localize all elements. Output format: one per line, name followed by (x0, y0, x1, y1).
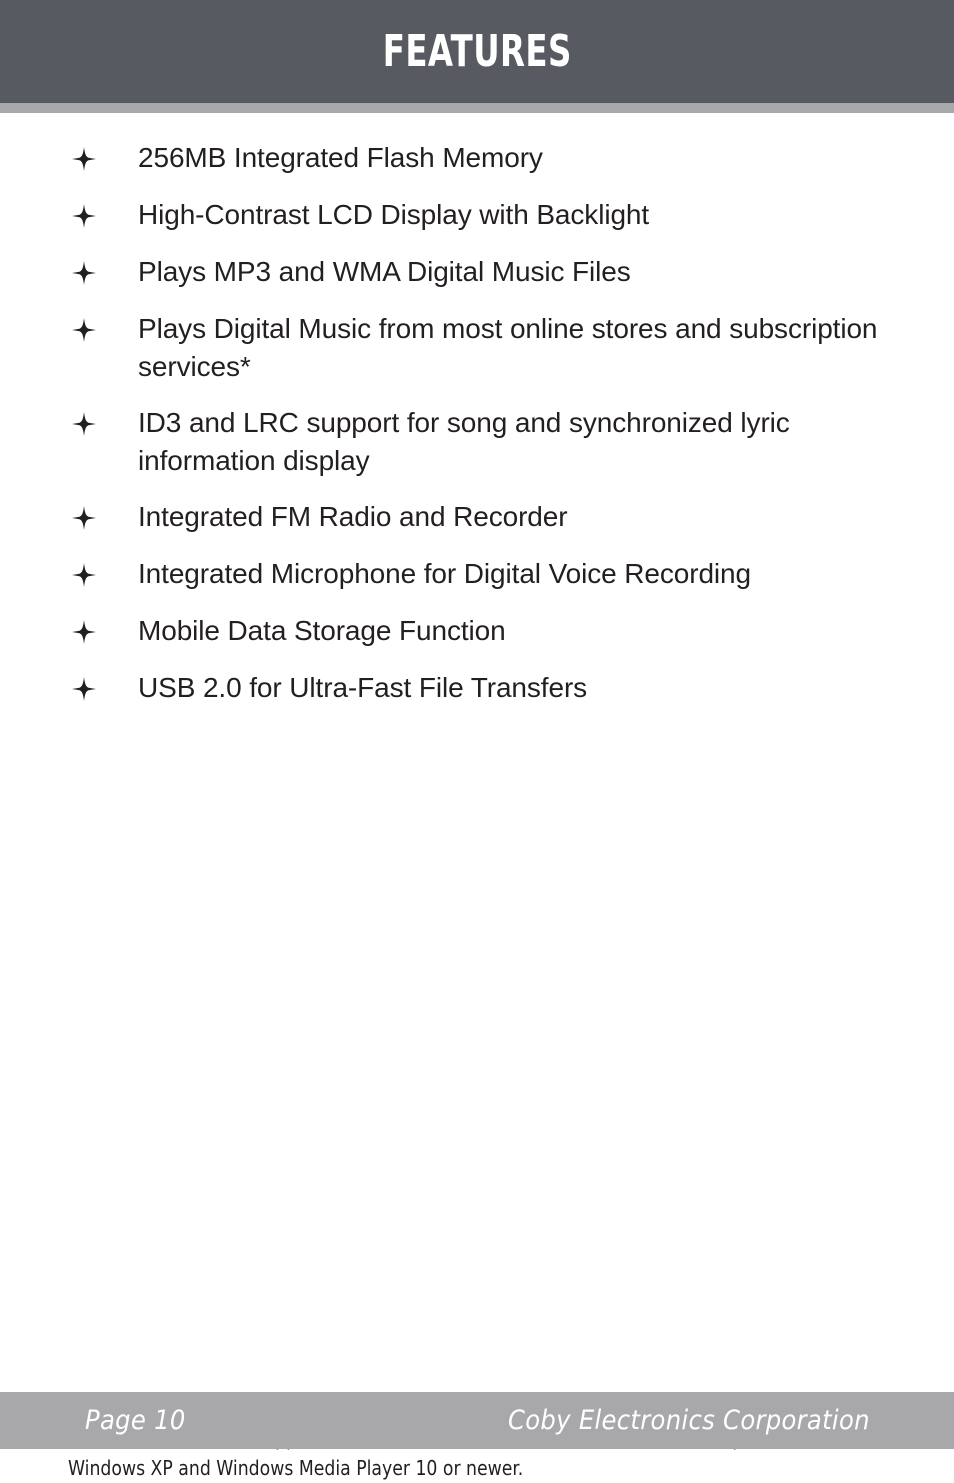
four-pointed-star-icon (72, 405, 96, 443)
four-pointed-star-icon (72, 499, 96, 537)
four-pointed-star-icon (72, 140, 96, 178)
list-item: Plays Digital Music from most online sto… (0, 310, 954, 386)
list-item-label: Plays Digital Music from most online sto… (138, 313, 878, 382)
four-pointed-star-icon (72, 613, 96, 651)
four-pointed-star-icon (72, 254, 96, 292)
four-pointed-star-icon (72, 556, 96, 594)
list-item: Integrated Microphone for Digital Voice … (0, 555, 954, 594)
features-list: 256MB Integrated Flash Memory High-Contr… (0, 113, 954, 708)
list-item: USB 2.0 for Ultra-Fast File Transfers (0, 669, 954, 708)
page-content: 256MB Integrated Flash Memory High-Contr… (0, 113, 954, 1480)
four-pointed-star-icon (72, 197, 96, 235)
list-item: Integrated FM Radio and Recorder (0, 498, 954, 537)
list-item-label: 256MB Integrated Flash Memory (138, 142, 543, 173)
four-pointed-star-icon (72, 311, 96, 349)
company-name: Coby Electronics Corporation (508, 1405, 870, 1436)
list-item: High-Contrast LCD Display with Backlight (0, 196, 954, 235)
page-title: FEATURES (382, 25, 572, 77)
header-divider (0, 103, 954, 113)
list-item-label: USB 2.0 for Ultra-Fast File Transfers (138, 672, 588, 703)
four-pointed-star-icon (72, 670, 96, 708)
list-item-label: Integrated FM Radio and Recorder (138, 501, 568, 532)
page-header: FEATURES (0, 0, 954, 103)
list-item: Plays MP3 and WMA Digital Music Files (0, 253, 954, 292)
page-number: Page 10 (85, 1405, 186, 1436)
list-item: Mobile Data Storage Function (0, 612, 954, 651)
document-page: FEATURES 256MB Integrated Flash Memory H… (0, 0, 954, 1480)
list-item-label: Plays MP3 and WMA Digital Music Files (138, 256, 631, 287)
list-item-label: ID3 and LRC support for song and synchro… (138, 407, 790, 476)
list-item-label: Mobile Data Storage Function (138, 615, 506, 646)
list-item-label: High-Contrast LCD Display with Backlight (138, 199, 650, 230)
page-footer: Page 10 Coby Electronics Corporation (0, 1392, 954, 1449)
list-item-label: Integrated Microphone for Digital Voice … (138, 558, 752, 589)
list-item: ID3 and LRC support for song and synchro… (0, 404, 954, 480)
list-item: 256MB Integrated Flash Memory (0, 139, 954, 178)
